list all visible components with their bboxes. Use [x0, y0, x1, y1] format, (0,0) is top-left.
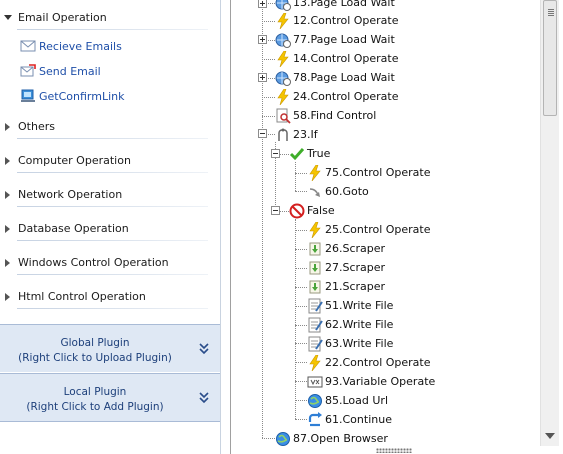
tree-node-label: False [307, 204, 335, 217]
lightning-icon [277, 13, 289, 29]
tree-node-label: 63.Write File [325, 337, 394, 350]
collapse-toggle[interactable] [258, 129, 267, 138]
tree-node-label: 77.Page Load Wait [293, 33, 395, 46]
globe-icon [276, 432, 290, 446]
tree-node-label: 22.Control Operate [325, 356, 431, 369]
lightning-icon [309, 165, 321, 181]
local-plugin-hint: (Right Click to Add Plugin) [26, 401, 164, 413]
send-mail-icon [20, 64, 36, 77]
write-file-icon [308, 317, 323, 333]
collapsed-arrow-icon [5, 293, 10, 301]
local-plugin-bar[interactable]: Local Plugin (Right Click to Add Plugin) [0, 373, 220, 421]
expanded-arrow-icon [4, 15, 12, 20]
tree-node-label: 14.Control Operate [293, 52, 399, 65]
lightning-icon [277, 89, 289, 105]
expand-toggle[interactable] [258, 35, 267, 44]
tree-node-label: 61.Continue [325, 413, 392, 426]
tree-node-label: 93.Variable Operate [325, 375, 436, 388]
globe-clock-icon [275, 0, 291, 11]
collapsed-arrow-icon [5, 225, 10, 233]
tree-node-label: 85.Load Url [325, 394, 389, 407]
find-control-icon [276, 108, 291, 124]
write-file-icon [308, 336, 323, 352]
collapsed-arrow-icon [5, 157, 10, 165]
envelope-icon [20, 40, 36, 52]
global-plugin-title: Global Plugin [60, 337, 130, 349]
goto-arrow-icon [309, 188, 320, 197]
link-icon [21, 89, 35, 102]
tree-node-label: 58.Find Control [293, 109, 377, 122]
vertical-scrollbar[interactable] [540, 0, 559, 446]
category-computer-operation[interactable]: Computer Operation [0, 151, 208, 173]
category-label: Windows Control Operation [18, 256, 169, 269]
tree-node-label: True [307, 147, 331, 160]
collapsed-arrow-icon [5, 191, 10, 199]
category-windows-control-operation[interactable]: Windows Control Operation [0, 253, 208, 275]
category-email-operation[interactable]: Email Operation [0, 8, 208, 30]
double-chevron-down-icon[interactable] [199, 343, 209, 355]
globe-clock-icon [275, 71, 291, 86]
tree-node-label: 27.Scraper [325, 261, 386, 274]
write-file-icon [308, 298, 323, 314]
tool-label: Recieve Emails [39, 40, 122, 53]
tree-node-label: 51.Write File [325, 299, 394, 312]
category-label: Network Operation [18, 188, 123, 201]
category-database-operation[interactable]: Database Operation [0, 219, 208, 241]
local-plugin-title: Local Plugin [63, 386, 127, 398]
tree-node-label: 24.Control Operate [293, 90, 399, 103]
category-label: Others [18, 120, 55, 133]
category-others[interactable]: Others [0, 117, 208, 139]
toolbox-panel: Email Operation Recieve Emails Send Emai… [0, 0, 221, 454]
no-entry-icon [289, 203, 305, 219]
tree-node-label: 13.Page Load Wait [293, 0, 395, 9]
scraper-icon [309, 242, 321, 256]
if-branch-icon [278, 128, 288, 141]
variable-icon [307, 376, 323, 388]
tree-node-label: 78.Page Load Wait [293, 71, 395, 84]
tree-node-label: 26.Scraper [325, 242, 386, 255]
global-plugin-hint: (Right Click to Upload Plugin) [18, 352, 172, 364]
double-chevron-down-icon[interactable] [199, 392, 209, 404]
workflow-tree[interactable]: 13.Page Load Wait 12.Control Operate 77.… [230, 0, 563, 454]
resize-grip[interactable] [376, 448, 412, 453]
tree-node-label: 21.Scraper [325, 280, 386, 293]
divider [0, 421, 220, 422]
collapse-toggle[interactable] [271, 206, 280, 215]
check-icon [289, 148, 305, 161]
collapse-toggle[interactable] [271, 149, 280, 158]
category-label: Email Operation [18, 11, 107, 24]
scroll-down-arrow-icon[interactable] [545, 433, 555, 439]
category-html-control-operation[interactable]: Html Control Operation [0, 287, 208, 309]
scraper-icon [309, 280, 321, 294]
collapsed-arrow-icon [5, 123, 10, 131]
tree-node-label: 62.Write File [325, 318, 394, 331]
scrollbar-thumb[interactable] [543, 0, 557, 116]
tree-node-label: 87.Open Browser [293, 432, 388, 445]
tool-label: Send Email [39, 65, 101, 78]
collapsed-arrow-icon [5, 259, 10, 267]
globe-clock-icon [275, 33, 291, 48]
globe-icon [308, 394, 322, 408]
tree-node-label: 23.If [293, 128, 318, 141]
continue-icon [308, 412, 322, 427]
category-label: Html Control Operation [18, 290, 146, 303]
scraper-icon [309, 261, 321, 275]
global-plugin-bar[interactable]: Global Plugin (Right Click to Upload Plu… [0, 324, 220, 372]
tree-node-label: 12.Control Operate [293, 14, 399, 27]
lightning-icon [277, 51, 289, 67]
tree-node-label: 75.Control Operate [325, 166, 431, 179]
category-label: Computer Operation [18, 154, 131, 167]
lightning-icon [309, 355, 321, 371]
expand-toggle[interactable] [258, 73, 267, 82]
category-network-operation[interactable]: Network Operation [0, 185, 208, 207]
expand-toggle[interactable] [258, 0, 267, 8]
tree-node-label: 60.Goto [325, 185, 369, 198]
tool-label: GetConfirmLink [39, 90, 125, 103]
category-label: Database Operation [18, 222, 129, 235]
lightning-icon [309, 222, 321, 238]
tree-node-label: 25.Control Operate [325, 223, 431, 236]
